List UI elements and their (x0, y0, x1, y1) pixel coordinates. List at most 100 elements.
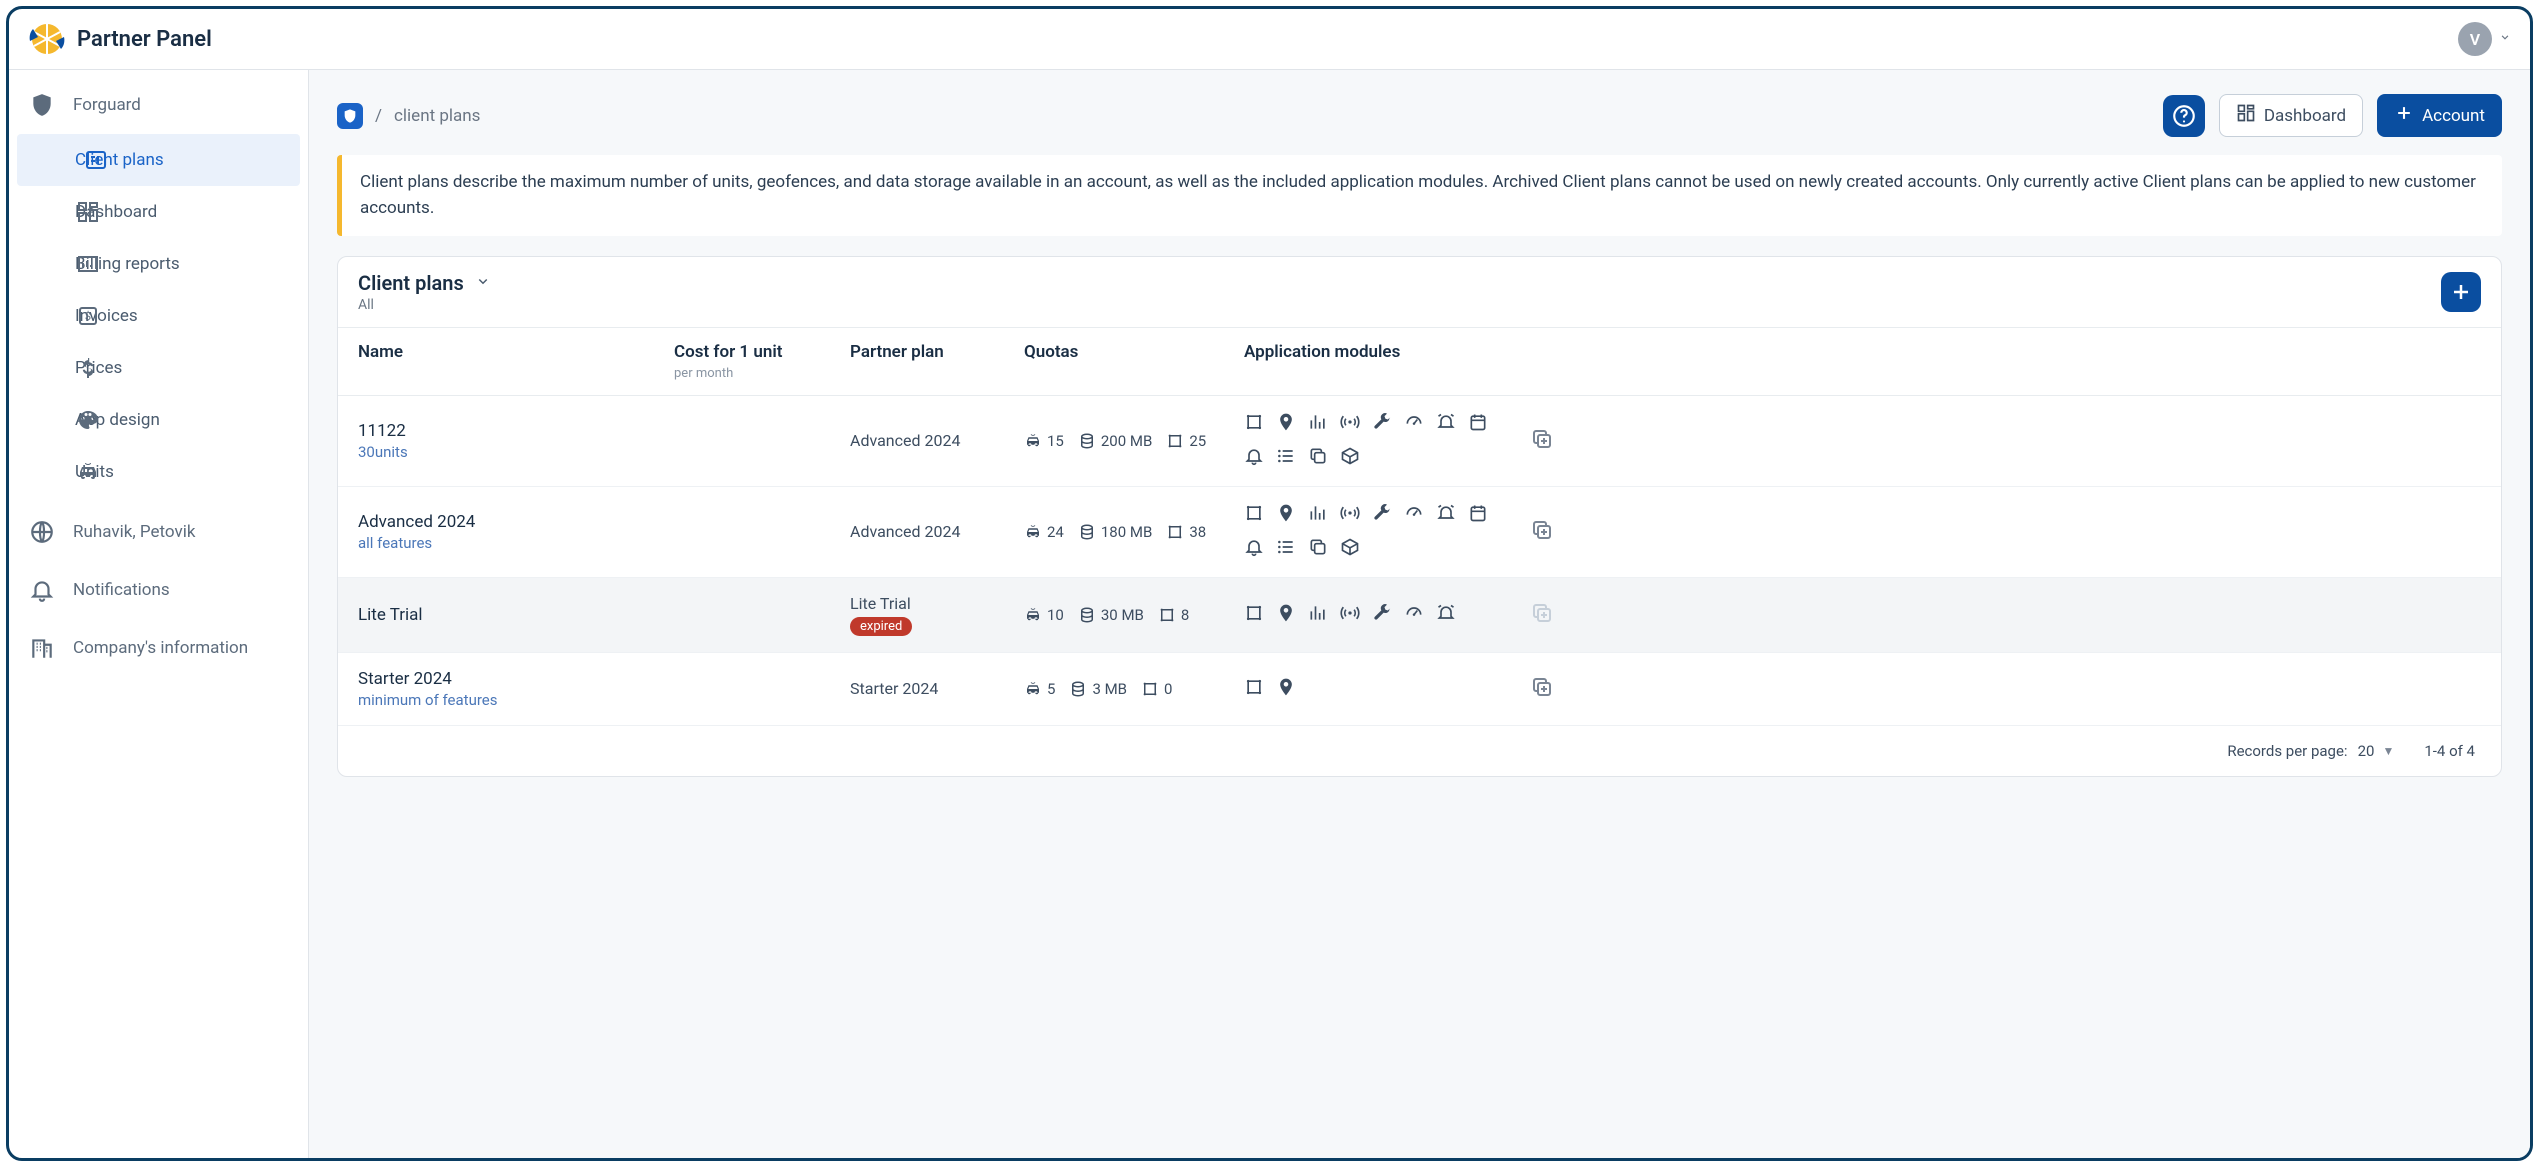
sidebar-item-units[interactable]: Units (9, 446, 308, 498)
plan-icon (83, 147, 109, 173)
quotas-cell: 1030 MB8 (1024, 606, 1244, 624)
card-title[interactable]: Client plans (358, 271, 492, 295)
module-icon (1276, 446, 1296, 470)
module-icon (1276, 603, 1296, 627)
module-icon (1308, 537, 1328, 561)
module-icon (1372, 603, 1392, 627)
button-label: Account (2422, 106, 2485, 126)
geofence-quota: 0 (1141, 680, 1172, 698)
sidebar-item-label: Notifications (73, 580, 170, 600)
module-icon (1340, 603, 1360, 627)
units-quota: 24 (1024, 523, 1064, 541)
module-icon (1276, 677, 1296, 701)
sidebar-group-forguard[interactable]: Forguard (9, 76, 308, 134)
sidebar-item-dashboard[interactable]: Dashboard (9, 186, 308, 238)
partner-plan-cell: Advanced 2024 (850, 431, 1024, 450)
units-quota: 15 (1024, 432, 1064, 450)
per-page-label: Records per page: (2227, 742, 2347, 760)
table-row[interactable]: Starter 2024minimum of featuresStarter 2… (338, 653, 2501, 726)
modules-cell (1244, 603, 1504, 627)
add-plan-button[interactable] (2441, 272, 2481, 312)
module-icon (1308, 603, 1328, 627)
per-page-select[interactable]: 20 ▼ (2358, 742, 2395, 760)
palette-icon (75, 407, 101, 433)
modules-cell (1244, 677, 1504, 701)
module-icon (1436, 412, 1456, 436)
invoice-icon (75, 303, 101, 329)
expired-badge: expired (850, 617, 912, 636)
module-icon (1404, 412, 1424, 436)
sidebar-item-invoices[interactable]: Invoices (9, 290, 308, 342)
duplicate-button[interactable] (1530, 675, 1554, 703)
table-row[interactable]: 11122 30units Advanced 202415 200 MB 25 (338, 396, 2501, 487)
info-banner: Client plans describe the maximum number… (337, 155, 2502, 236)
add-account-button[interactable]: Account (2377, 94, 2502, 137)
client-plans-card: Client plans All Name Cost for 1 unitper… (337, 256, 2502, 777)
breadcrumb-current: client plans (394, 106, 480, 126)
plus-icon (2394, 103, 2414, 128)
quotas-cell: 53 MB0 (1024, 680, 1244, 698)
units-quota: 10 (1024, 606, 1064, 624)
th-modules: Application modules (1244, 342, 2431, 381)
main-content: / client plans Dashboard Account Client … (309, 70, 2530, 1158)
plan-name: Advanced 2024 (358, 512, 674, 532)
quotas-cell: 24180 MB38 (1024, 523, 1244, 541)
report-icon (75, 251, 101, 277)
plan-name: Lite Trial (358, 605, 674, 625)
th-partner-plan: Partner plan (850, 342, 1024, 381)
plan-name: 11122 (358, 421, 674, 441)
plan-name: Starter 2024 (358, 669, 674, 689)
duplicate-button[interactable] (1530, 518, 1554, 546)
plan-subtitle: 30units (358, 443, 674, 461)
user-avatar[interactable]: V (2458, 22, 2492, 56)
module-icon (1308, 503, 1328, 527)
geofence-quota: 38 (1166, 523, 1206, 541)
dollar-icon (75, 355, 101, 381)
breadcrumb: / client plans (337, 103, 480, 129)
sidebar-item-billing-reports[interactable]: Billing reports (9, 238, 308, 290)
breadcrumb-home-icon[interactable] (337, 103, 363, 129)
module-icon (1244, 677, 1264, 701)
storage-quota: 3 MB (1069, 680, 1127, 698)
sidebar-item-app-design[interactable]: App design (9, 394, 308, 446)
th-quotas: Quotas (1024, 342, 1244, 381)
button-label: Dashboard (2264, 106, 2346, 126)
help-button[interactable] (2163, 95, 2205, 137)
module-icon (1468, 503, 1488, 527)
dashboard-button[interactable]: Dashboard (2219, 94, 2363, 137)
module-icon (1244, 412, 1264, 436)
table-footer: Records per page: 20 ▼ 1-4 of 4 (338, 726, 2501, 776)
dashboard-icon (2236, 103, 2256, 128)
table-row[interactable]: Lite Trial Lite Trialexpired1030 MB8 (338, 578, 2501, 653)
storage-quota: 200 MB (1078, 432, 1152, 450)
sidebar-item-client-plans[interactable]: Client plans (17, 134, 300, 186)
partner-plan-cell: Starter 2024 (850, 679, 1024, 698)
modules-cell (1244, 503, 1504, 561)
table-row[interactable]: Advanced 2024all featuresAdvanced 202424… (338, 487, 2501, 578)
sidebar: Forguard Client plans Dashboard Billing … (9, 70, 309, 1158)
geofence-quota: 8 (1158, 606, 1189, 624)
chevron-down-icon (474, 271, 492, 295)
plan-subtitle: all features (358, 534, 674, 552)
chevron-down-icon[interactable] (2498, 30, 2512, 48)
sidebar-item-company-info[interactable]: Company's information (9, 619, 308, 677)
module-icon (1340, 446, 1360, 470)
module-icon (1372, 503, 1392, 527)
card-filter[interactable]: All (358, 297, 492, 313)
sidebar-item-prices[interactable]: Prices (9, 342, 308, 394)
chevron-down-icon: ▼ (2382, 744, 2394, 758)
geofence-quota: 25 (1166, 432, 1206, 450)
module-icon (1276, 537, 1296, 561)
module-icon (1276, 503, 1296, 527)
module-icon (1244, 446, 1264, 470)
duplicate-button[interactable] (1530, 427, 1554, 455)
page-range: 1-4 of 4 (2424, 742, 2475, 760)
dashboard-icon (75, 199, 101, 225)
sidebar-item-label: Company's information (73, 638, 248, 658)
modules-cell (1244, 412, 1504, 470)
partner-plan-cell: Lite Trialexpired (850, 594, 1024, 636)
module-icon (1436, 603, 1456, 627)
breadcrumb-sep: / (375, 106, 382, 126)
building-icon (29, 635, 55, 661)
th-name: Name (358, 342, 674, 381)
